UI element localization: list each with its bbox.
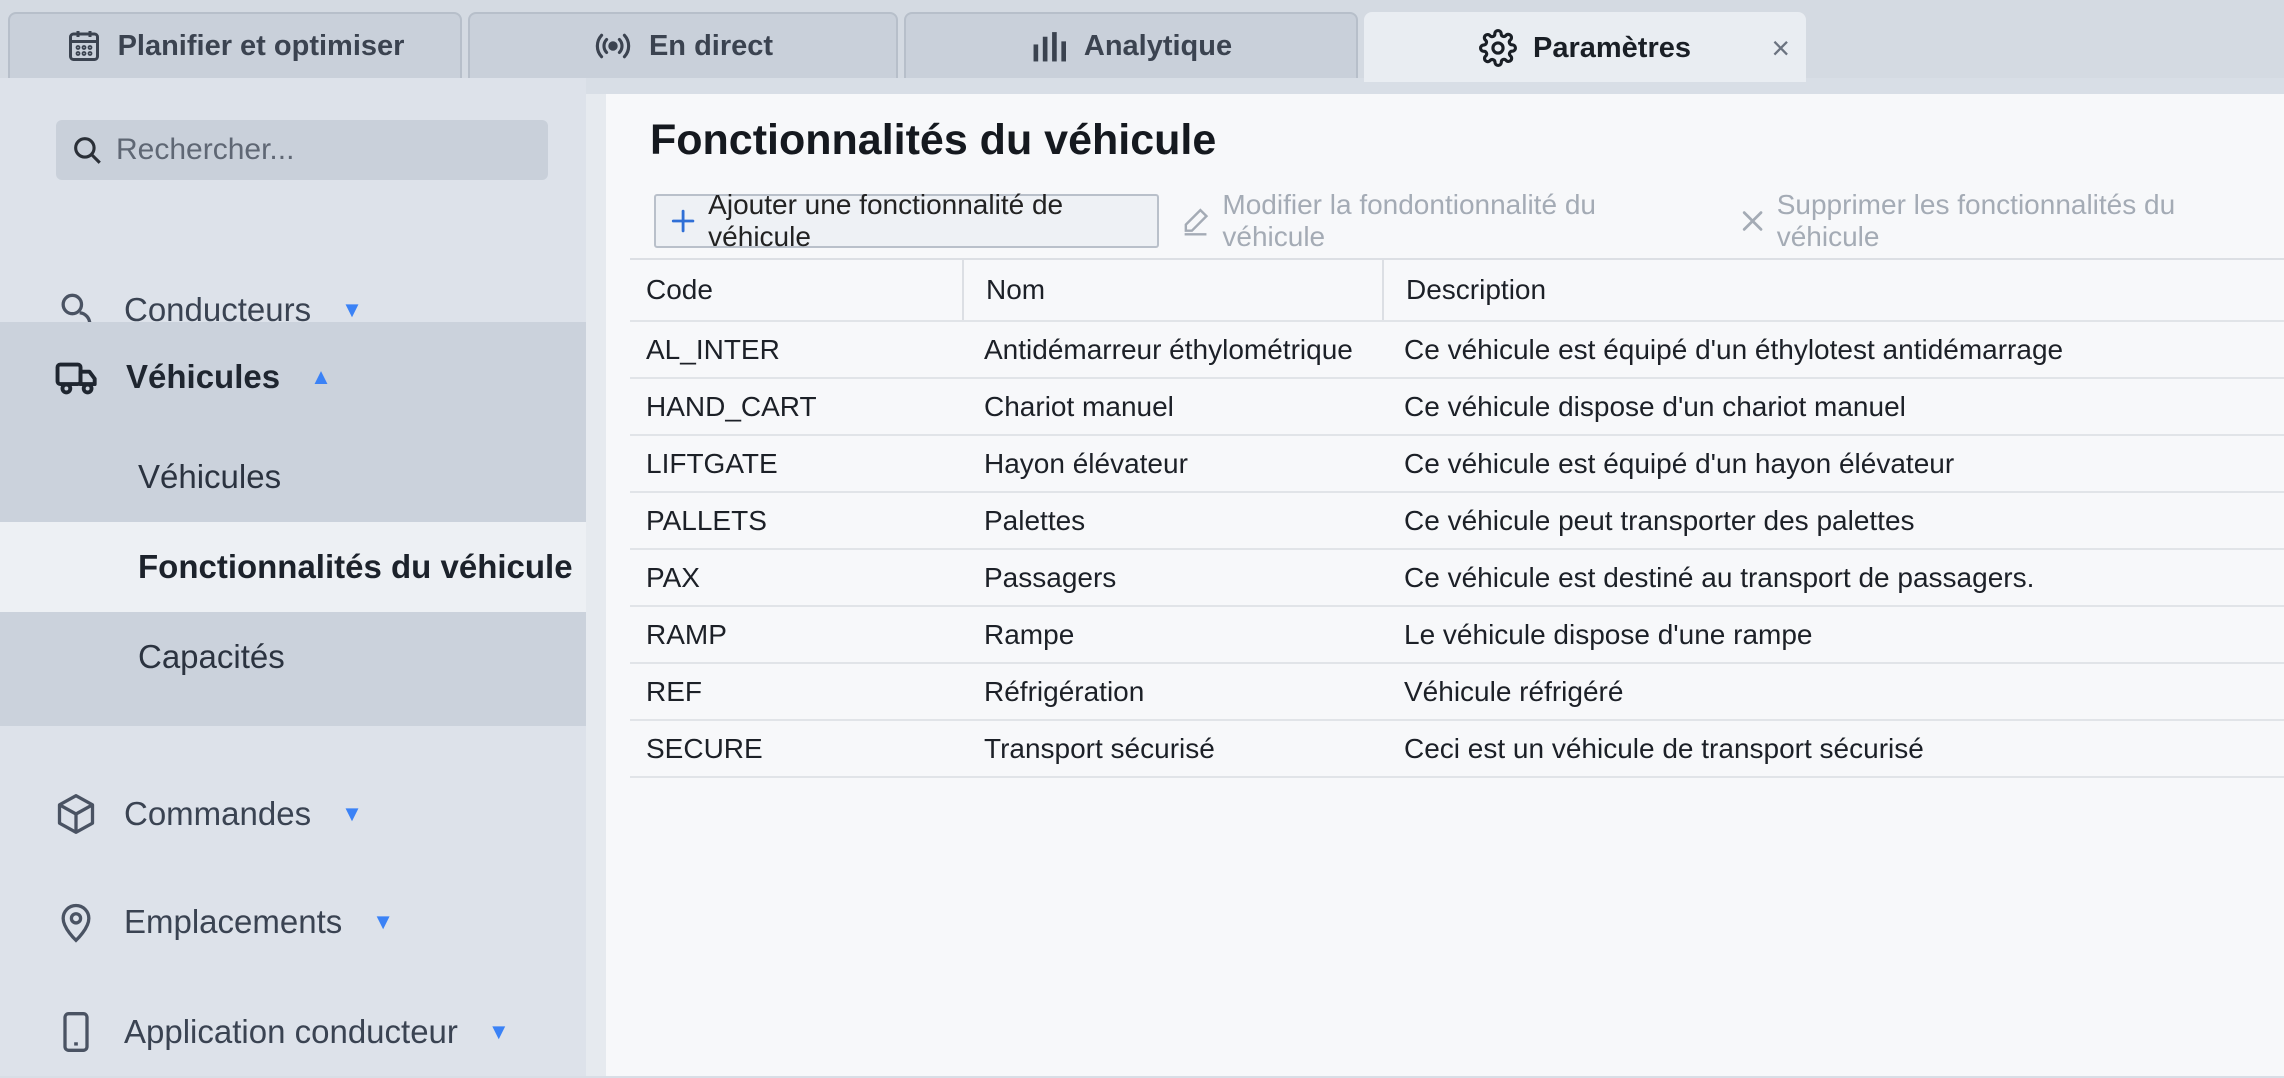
search-input[interactable]	[116, 133, 536, 167]
sidebar-subitem-label: Fonctionnalités du véhicule	[138, 548, 573, 585]
main-content: Fonctionnalités du véhicule Ajouter une …	[606, 94, 2284, 1076]
sidebar-item-label: Commandes	[124, 795, 312, 832]
cell-code: HAND_CART	[646, 390, 817, 422]
phone-icon	[63, 1012, 89, 1052]
cell-nom: Passagers	[984, 561, 1117, 593]
sidebar-subitem-fonctionnalites[interactable]: Fonctionnalités du véhicule	[0, 522, 586, 612]
add-feature-button[interactable]: Ajouter une fonctionnalité de véhicule	[654, 189, 1160, 252]
box-icon	[57, 794, 95, 834]
tab-label: Paramètres	[1533, 31, 1691, 64]
column-header-code[interactable]: Code	[646, 260, 966, 320]
page-title: Fonctionnalités du véhicule	[650, 116, 1217, 164]
table-row[interactable]: AL_INTER Antidémarreur éthylométrique Ce v…	[630, 322, 2284, 379]
cell-code: AL_INTER	[646, 333, 780, 365]
cell-code: SECURE	[646, 732, 763, 764]
chevron-down-icon: ▼	[341, 801, 363, 826]
truck-icon	[55, 362, 97, 395]
search-box[interactable]	[56, 120, 548, 180]
sidebar-subitem-label: Capacités	[138, 638, 285, 675]
sidebar: Conducteurs ▼ Véhicules ▲ Véhicules Fonc…	[0, 78, 586, 1076]
pencil-icon	[1184, 208, 1209, 236]
bar-chart-icon	[1033, 32, 1066, 62]
cell-code: PAX	[646, 561, 700, 593]
sidebar-item-label: Application conducteur	[124, 1013, 458, 1050]
sidebar-subitem-label: Véhicules	[138, 458, 282, 495]
cell-code: PALLETS	[646, 504, 767, 536]
cell-description: Ce véhicule dispose d'un chariot manuel	[1404, 390, 1906, 422]
cell-nom: Antidémarreur éthylométrique	[984, 333, 1353, 365]
cell-code: REF	[646, 675, 702, 707]
sidebar-group-vehicules: Véhicules ▲ Véhicules Fonctionnalités du…	[0, 322, 586, 726]
cell-code: LIFTGATE	[646, 447, 778, 479]
sidebar-item-commandes[interactable]: Commandes ▼	[0, 768, 586, 860]
cell-description: Ce véhicule est équipé d'un hayon élévat…	[1404, 447, 1955, 479]
toolbar: Ajouter une fonctionnalité de véhicule M…	[654, 189, 2284, 252]
sidebar-item-emplacements[interactable]: Emplacements ▼	[0, 876, 586, 968]
cell-nom: Transport sécurisé	[984, 732, 1215, 764]
table-row[interactable]: PAX Passagers Ce véhicule est destiné au t…	[630, 550, 2284, 607]
table-row[interactable]: SECURE Transport sécurisé Ceci est un véhi…	[630, 721, 2284, 778]
calendar-icon	[68, 31, 99, 61]
cell-description: Ceci est un véhicule de transport sécuri…	[1404, 732, 1924, 764]
sidebar-item-application-conducteur[interactable]: Application conducteur ▼	[0, 986, 586, 1078]
chevron-down-icon: ▼	[487, 1019, 510, 1044]
table-row[interactable]: HAND_CART Chariot manuel Ce véhicule dispo…	[630, 379, 2284, 436]
sidebar-item-label: Véhicules	[126, 358, 281, 395]
edit-feature-label: Modifier la fondontionnalité du véhicule	[1222, 189, 1596, 252]
column-header-nom[interactable]: Nom	[962, 260, 1382, 320]
table-row[interactable]: REF Réfrigération Véhicule réfrigéré	[630, 664, 2284, 721]
close-icon[interactable]: ×	[1771, 32, 1790, 64]
chevron-up-icon: ▲	[310, 364, 332, 389]
delete-features-label: Supprimer les fonctionnalités du véhicul…	[1776, 189, 2176, 252]
tab-label: Analytique	[1083, 29, 1233, 62]
map-pin-icon	[61, 903, 91, 943]
cell-description: Ce véhicule est équipé d'un éthylotest a…	[1404, 333, 2064, 365]
close-icon	[1742, 211, 1762, 231]
column-header-description[interactable]: Description	[1382, 260, 2242, 320]
cell-description: Véhicule réfrigéré	[1404, 675, 1624, 707]
cell-nom: Chariot manuel	[984, 390, 1174, 422]
tab-bar: Planifier et optimiser En direct Analyti…	[0, 0, 2284, 82]
tab-planifier[interactable]: Planifier et optimiser	[8, 12, 462, 78]
table-row[interactable]: RAMP Rampe Le véhicule dispose d'une rampe	[630, 607, 2284, 664]
table-row[interactable]: LIFTGATE Hayon élévateur Ce véhicule est é…	[630, 436, 2284, 493]
chevron-down-icon: ▼	[341, 297, 363, 322]
sidebar-item-label: Emplacements	[124, 903, 343, 940]
sidebar-subitem-capacites[interactable]: Capacités	[0, 612, 586, 702]
cell-nom: Palettes	[984, 504, 1086, 536]
content-divider	[586, 94, 606, 1076]
tab-en-direct[interactable]: En direct	[468, 12, 898, 78]
plus-icon	[671, 209, 695, 233]
features-table: Code Nom Description AL_INTER Antidémarre…	[630, 258, 2284, 778]
add-feature-label: Ajouter une fonctionnalité de véhicule	[708, 189, 1064, 252]
edit-feature-button[interactable]: Modifier la fondontionnalité du véhicule	[1167, 189, 1705, 252]
tab-parametres[interactable]: Paramètres ×	[1364, 12, 1806, 82]
sidebar-item-vehicules[interactable]: Véhicules ▲	[0, 322, 586, 432]
cell-description: Ce véhicule est destiné au transport de …	[1404, 561, 2035, 593]
chevron-down-icon: ▼	[372, 909, 395, 934]
table-row[interactable]: PALLETS Palettes Ce véhicule peut transpor…	[630, 493, 2284, 550]
cell-description: Le véhicule dispose d'une rampe	[1404, 618, 1813, 650]
cell-code: RAMP	[646, 618, 727, 650]
sidebar-subitem-vehicules[interactable]: Véhicules	[0, 432, 586, 522]
cell-nom: Hayon élévateur	[984, 447, 1188, 479]
tab-label: Planifier et optimiser	[117, 29, 405, 62]
delete-features-button[interactable]: Supprimer les fonctionnalités du véhicul…	[1726, 189, 2284, 252]
table-header-row: Code Nom Description	[630, 260, 2284, 322]
search-icon	[74, 137, 101, 164]
tab-analytique[interactable]: Analytique	[904, 12, 1358, 78]
cell-description: Ce véhicule peut transporter des palette…	[1404, 504, 1915, 536]
broadcast-icon	[595, 33, 631, 59]
gear-icon	[1479, 29, 1517, 67]
tab-label: En direct	[648, 29, 774, 62]
cell-nom: Réfrigération	[984, 675, 1145, 707]
cell-nom: Rampe	[984, 618, 1075, 650]
